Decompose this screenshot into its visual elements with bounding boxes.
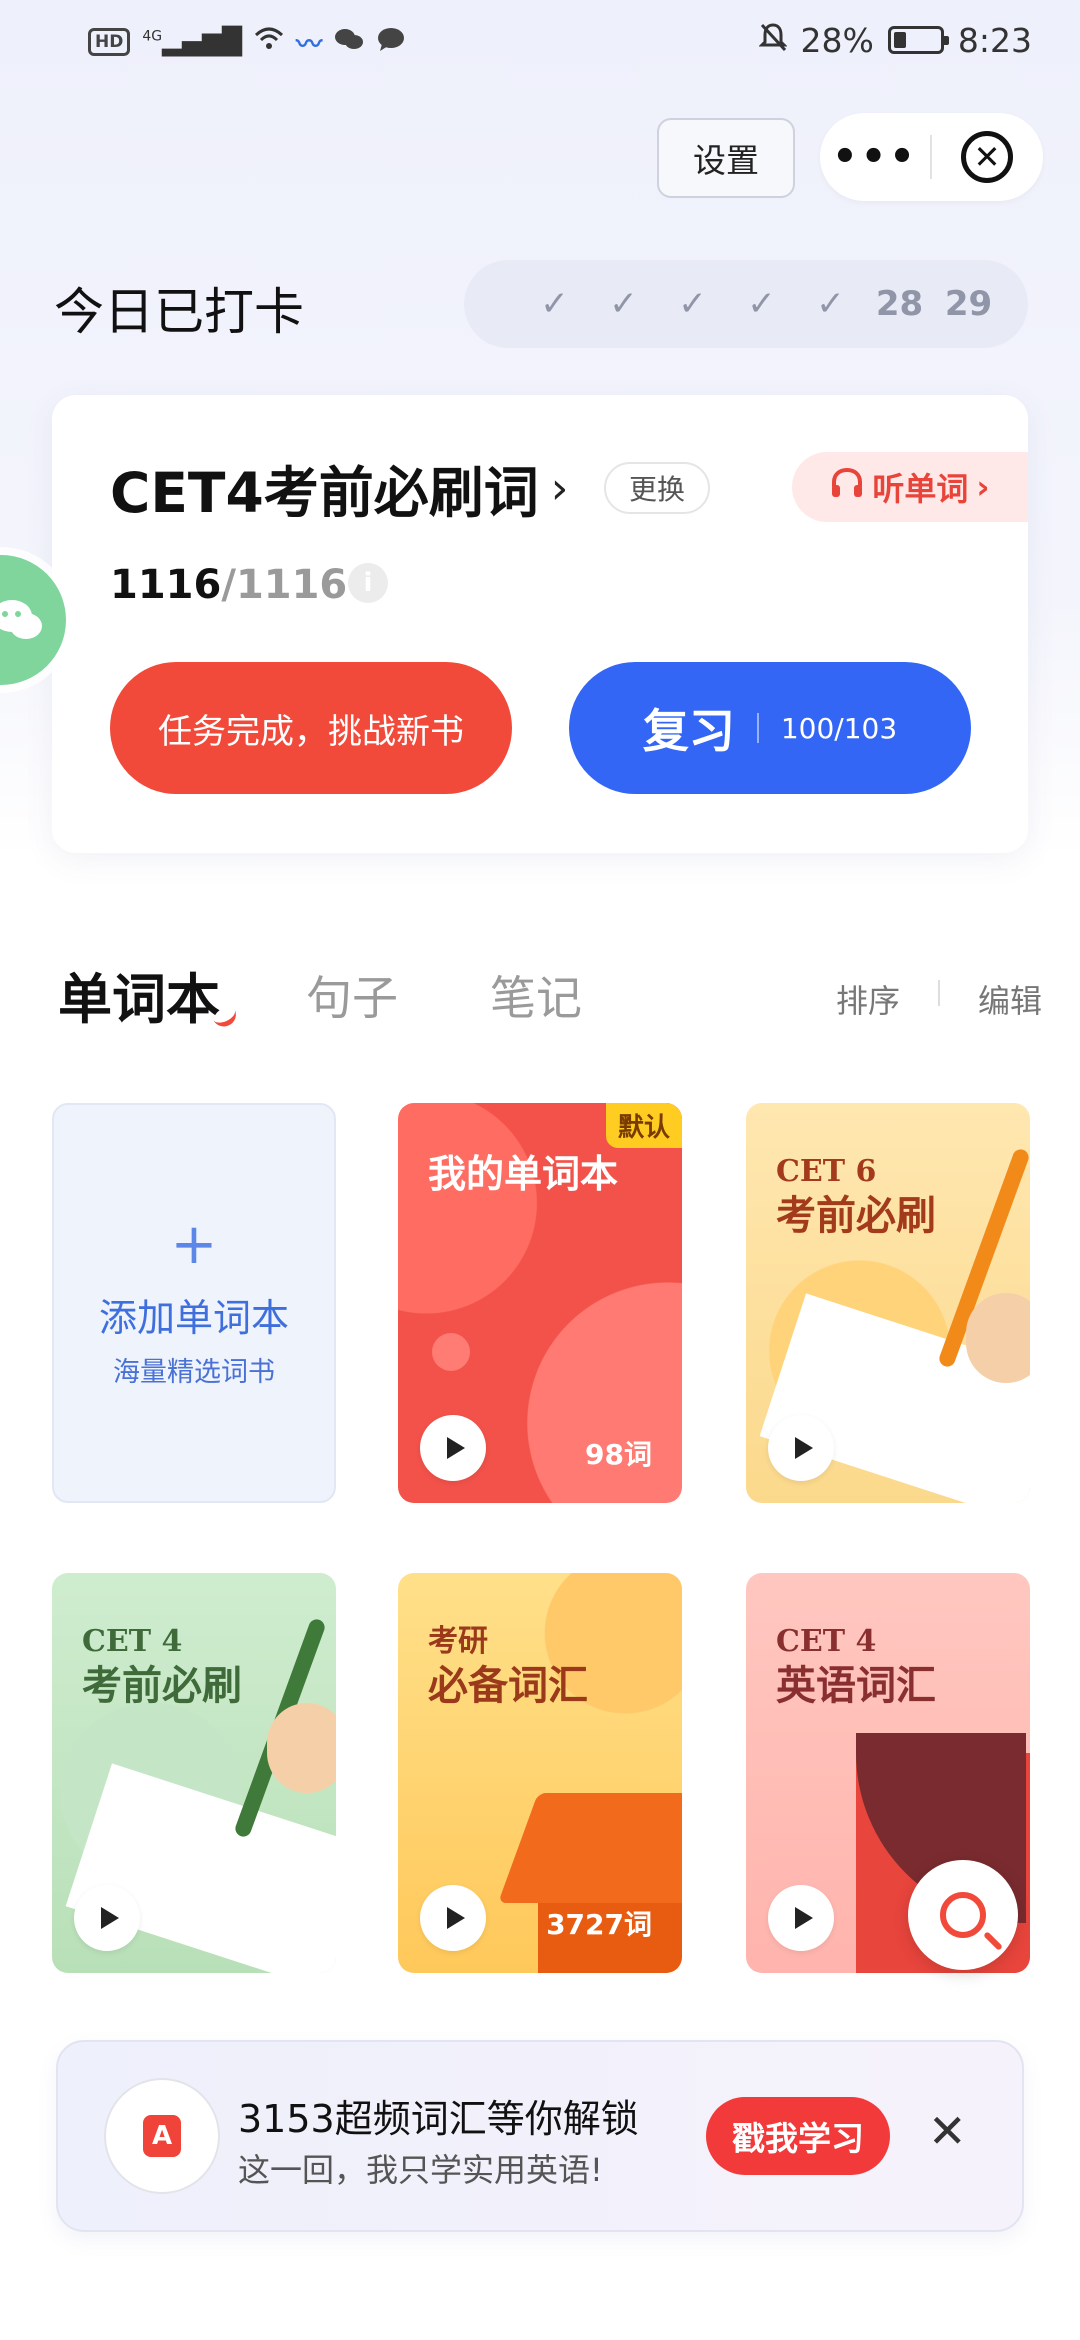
wordbook-card-cet6[interactable]: CET 6 考前必刷 bbox=[746, 1103, 1030, 1503]
headphones-icon bbox=[830, 467, 864, 507]
review-count: 100/103 bbox=[780, 711, 898, 745]
review-divider bbox=[756, 713, 759, 743]
play-icon bbox=[794, 1437, 813, 1459]
wordbook-level: CET 4 bbox=[776, 1624, 877, 1659]
wordbook-title: 考研 必备词汇 bbox=[428, 1623, 588, 1711]
listen-words-button[interactable]: 听单词 › bbox=[792, 452, 1028, 522]
tab-notes[interactable]: 笔记 bbox=[490, 962, 582, 1028]
wordbook-name: 英语词汇 bbox=[776, 1661, 936, 1709]
wordbook-name: 必备词汇 bbox=[428, 1661, 588, 1709]
wifi-icon bbox=[254, 26, 284, 59]
status-bar-right: 28% 8:23 bbox=[757, 18, 1032, 62]
book-progress: 1116/1116 bbox=[110, 562, 347, 608]
wordbook-level: 考研 bbox=[428, 1624, 488, 1659]
default-badge: 默认 bbox=[605, 1103, 682, 1148]
word-count: 3727词 bbox=[546, 1908, 652, 1941]
play-button[interactable] bbox=[420, 1885, 486, 1951]
promo-app-logo: A bbox=[104, 2078, 220, 2194]
signal-4g-icon: 4G▂▄▆█ bbox=[142, 27, 243, 57]
grad-cap-illustration bbox=[497, 1793, 682, 1903]
bell-muted-icon bbox=[757, 21, 788, 60]
play-icon bbox=[446, 1907, 465, 1929]
day-item: 29 bbox=[944, 284, 993, 324]
wechat-icon bbox=[334, 26, 364, 59]
tab-sentences[interactable]: 句子 bbox=[306, 962, 398, 1028]
wordbook-level: CET 6 bbox=[776, 1154, 877, 1189]
day-item: ✓ bbox=[747, 284, 776, 324]
action-divider bbox=[938, 980, 940, 1006]
decor-dot bbox=[432, 1333, 470, 1371]
play-icon bbox=[794, 1907, 813, 1929]
battery-icon bbox=[887, 26, 949, 54]
sort-button[interactable]: 排序 bbox=[836, 976, 900, 1022]
book-title[interactable]: CET4考前必刷词 › bbox=[110, 448, 568, 528]
promo-subtitle: 这一回，我只学实用英语! bbox=[238, 2151, 603, 2189]
day-item: 28 bbox=[875, 284, 924, 324]
day-item: ✓ bbox=[678, 284, 707, 324]
close-icon[interactable]: ✕ bbox=[928, 2108, 967, 2154]
clock: 8:23 bbox=[957, 20, 1032, 60]
play-button[interactable] bbox=[420, 1415, 486, 1481]
day-item: ✓ bbox=[540, 284, 569, 324]
add-wordbook-card[interactable]: + 添加单词本 海量精选词书 bbox=[52, 1103, 336, 1503]
edit-button[interactable]: 编辑 bbox=[978, 976, 1042, 1022]
plus-icon: + bbox=[170, 1212, 218, 1277]
wordbook-level: CET 4 bbox=[82, 1624, 183, 1659]
info-icon[interactable]: i bbox=[348, 563, 388, 603]
listen-label: 听单词 bbox=[872, 470, 969, 508]
word-count: 98词 bbox=[585, 1438, 652, 1471]
hd-icon: HD bbox=[88, 28, 131, 56]
app-notification-icon: 〰 bbox=[296, 29, 323, 60]
day-item: ✓ bbox=[816, 284, 845, 324]
hand-illustration bbox=[966, 1293, 1030, 1383]
progress-total: /1116 bbox=[221, 562, 348, 608]
play-button[interactable] bbox=[768, 1885, 834, 1951]
week-strip[interactable]: ✓ ✓ ✓ ✓ ✓ 28 29 bbox=[464, 260, 1028, 348]
add-wordbook-label: 添加单词本 bbox=[98, 1296, 289, 1340]
promo-title: 3153超频词汇等你解锁 bbox=[238, 2097, 639, 2141]
battery-fill bbox=[893, 32, 906, 48]
app-logo-icon: A bbox=[143, 2115, 181, 2157]
close-icon: ✕ bbox=[961, 131, 1013, 183]
hand-illustration bbox=[267, 1703, 336, 1793]
miniprogram-capsule: ••• ✕ bbox=[820, 113, 1043, 201]
wordbook-card-mine[interactable]: 默认 我的单词本 98词 bbox=[398, 1103, 682, 1503]
wordbook-title: CET 4 考前必刷 bbox=[82, 1623, 242, 1711]
change-book-button[interactable]: 更换 bbox=[604, 462, 710, 514]
search-button[interactable] bbox=[908, 1860, 1018, 1970]
battery-percent: 28% bbox=[800, 20, 874, 60]
wordbook-card-cet4[interactable]: CET 4 考前必刷 bbox=[52, 1573, 336, 1973]
wordbook-name: 考前必刷 bbox=[82, 1661, 242, 1709]
wordbook-card-kaoyan[interactable]: 考研 必备词汇 3727词 bbox=[398, 1573, 682, 1973]
progress-done: 1116 bbox=[110, 562, 222, 608]
play-button[interactable] bbox=[74, 1885, 140, 1951]
wechat-icon bbox=[0, 600, 42, 639]
chevron-right-icon: › bbox=[976, 468, 990, 506]
wordbook-title: 我的单词本 bbox=[428, 1152, 619, 1196]
tab-wordbook[interactable]: 单词本 bbox=[58, 955, 220, 1034]
chevron-right-icon: › bbox=[550, 462, 569, 514]
day-item: ✓ bbox=[609, 284, 638, 324]
settings-button[interactable]: 设置 bbox=[657, 118, 795, 198]
wordbook-title: CET 4 英语词汇 bbox=[776, 1623, 936, 1711]
status-bar-left: HD 4G▂▄▆█ 〰 bbox=[88, 22, 406, 62]
message-icon bbox=[376, 26, 406, 59]
wordbook-name: 考前必刷 bbox=[776, 1191, 936, 1239]
play-icon bbox=[100, 1907, 119, 1929]
book-title-text: CET4考前必刷词 bbox=[110, 461, 539, 525]
search-icon bbox=[940, 1892, 986, 1938]
play-button[interactable] bbox=[768, 1415, 834, 1481]
close-button[interactable]: ✕ bbox=[932, 131, 1042, 183]
checkin-title: 今日已打卡 bbox=[54, 283, 304, 341]
promo-cta-button[interactable]: 戳我学习 bbox=[706, 2097, 890, 2175]
review-button[interactable]: 复习 100/103 bbox=[569, 662, 971, 794]
challenge-new-book-button[interactable]: 任务完成，挑战新书 bbox=[110, 662, 512, 794]
wordbook-title: CET 6 考前必刷 bbox=[776, 1153, 936, 1241]
add-wordbook-subtitle: 海量精选词书 bbox=[113, 1357, 275, 1388]
review-label: 复习 bbox=[642, 704, 735, 758]
play-icon bbox=[446, 1437, 465, 1459]
more-button[interactable]: ••• bbox=[820, 134, 930, 180]
